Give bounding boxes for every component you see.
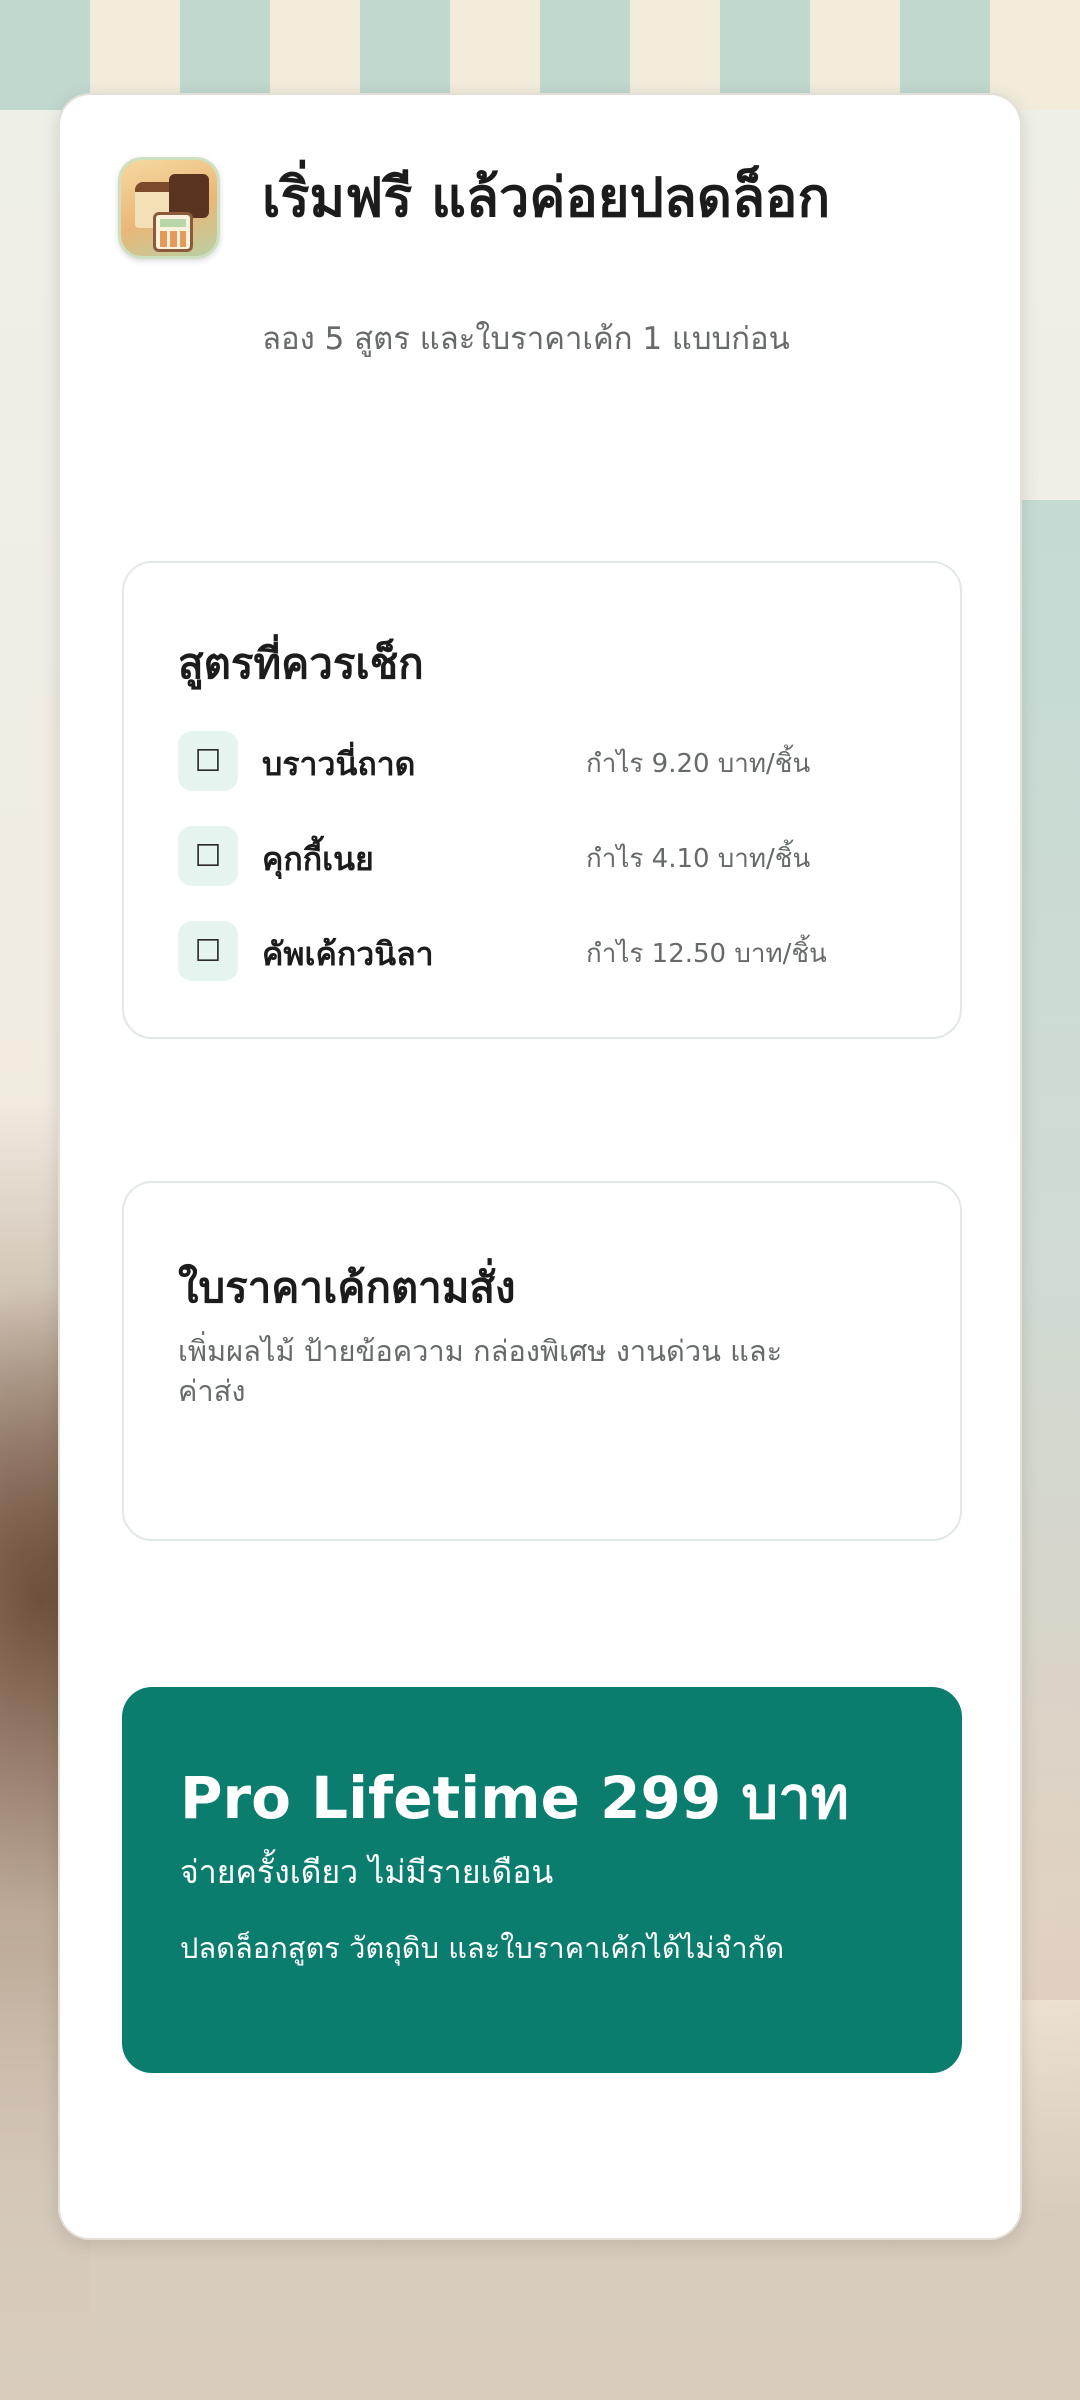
recipe-name: บราวนี่ถาด — [262, 745, 416, 783]
recipe-profit: กำไร 9.20 บาท/ชิ้น — [586, 749, 811, 779]
pro-offer-benefits: ปลดล็อกสูตร วัตถุดิบ และใบราคาเค้กได้ไม่… — [180, 1931, 785, 1965]
quote-panel-description: เพิ่มผลไม้ ป้ายข้อความ กล่องพิเศษ งานด่ว… — [178, 1334, 783, 1409]
recipe-name: คัพเค้กวนิลา — [262, 935, 434, 973]
pro-lifetime-offer[interactable]: Pro Lifetime 299 บาท จ่ายครั้งเดียว ไม่ม… — [122, 1687, 962, 2073]
bakery-calculator-app-icon — [118, 157, 220, 259]
quote-panel-title: ใบราคาเค้กตามสั่ง — [178, 1263, 516, 1312]
recipe-row-vanilla-cupcake[interactable]: ☐ คัพเค้กวนิลา กำไร 12.50 บาท/ชิ้น — [178, 921, 918, 981]
pro-offer-title: Pro Lifetime 299 บาท — [180, 1764, 850, 1832]
recipes-panel-title: สูตรที่ควรเช็ก — [178, 639, 424, 688]
pro-offer-payment-note: จ่ายครั้งเดียว ไม่มีรายเดือน — [180, 1853, 554, 1891]
recipes-panel: สูตรที่ควรเช็ก ☐ บราวนี่ถาด กำไร 9.20 บา… — [122, 561, 962, 1039]
recipe-profit: กำไร 4.10 บาท/ชิ้น — [586, 844, 811, 874]
checkbox-icon[interactable]: ☐ — [178, 731, 238, 791]
recipe-row-butter-cookie[interactable]: ☐ คุกกี้เนย กำไร 4.10 บาท/ชิ้น — [178, 826, 918, 886]
recipe-profit: กำไร 12.50 บาท/ชิ้น — [586, 939, 827, 969]
checkbox-icon[interactable]: ☐ — [178, 826, 238, 886]
recipe-row-brownie[interactable]: ☐ บราวนี่ถาด กำไร 9.20 บาท/ชิ้น — [178, 731, 918, 791]
checkbox-icon[interactable]: ☐ — [178, 921, 238, 981]
page-title: เริ่มฟรี แล้วค่อยปลดล็อก — [262, 166, 831, 229]
onboarding-card: เริ่มฟรี แล้วค่อยปลดล็อก ลอง 5 สูตร และใ… — [58, 93, 1022, 2240]
recipe-name: คุกกี้เนย — [262, 840, 374, 878]
custom-cake-quote-panel[interactable]: ใบราคาเค้กตามสั่ง เพิ่มผลไม้ ป้ายข้อความ… — [122, 1181, 962, 1541]
page-subtitle: ลอง 5 สูตร และใบราคาเค้ก 1 แบบก่อน — [262, 321, 790, 357]
